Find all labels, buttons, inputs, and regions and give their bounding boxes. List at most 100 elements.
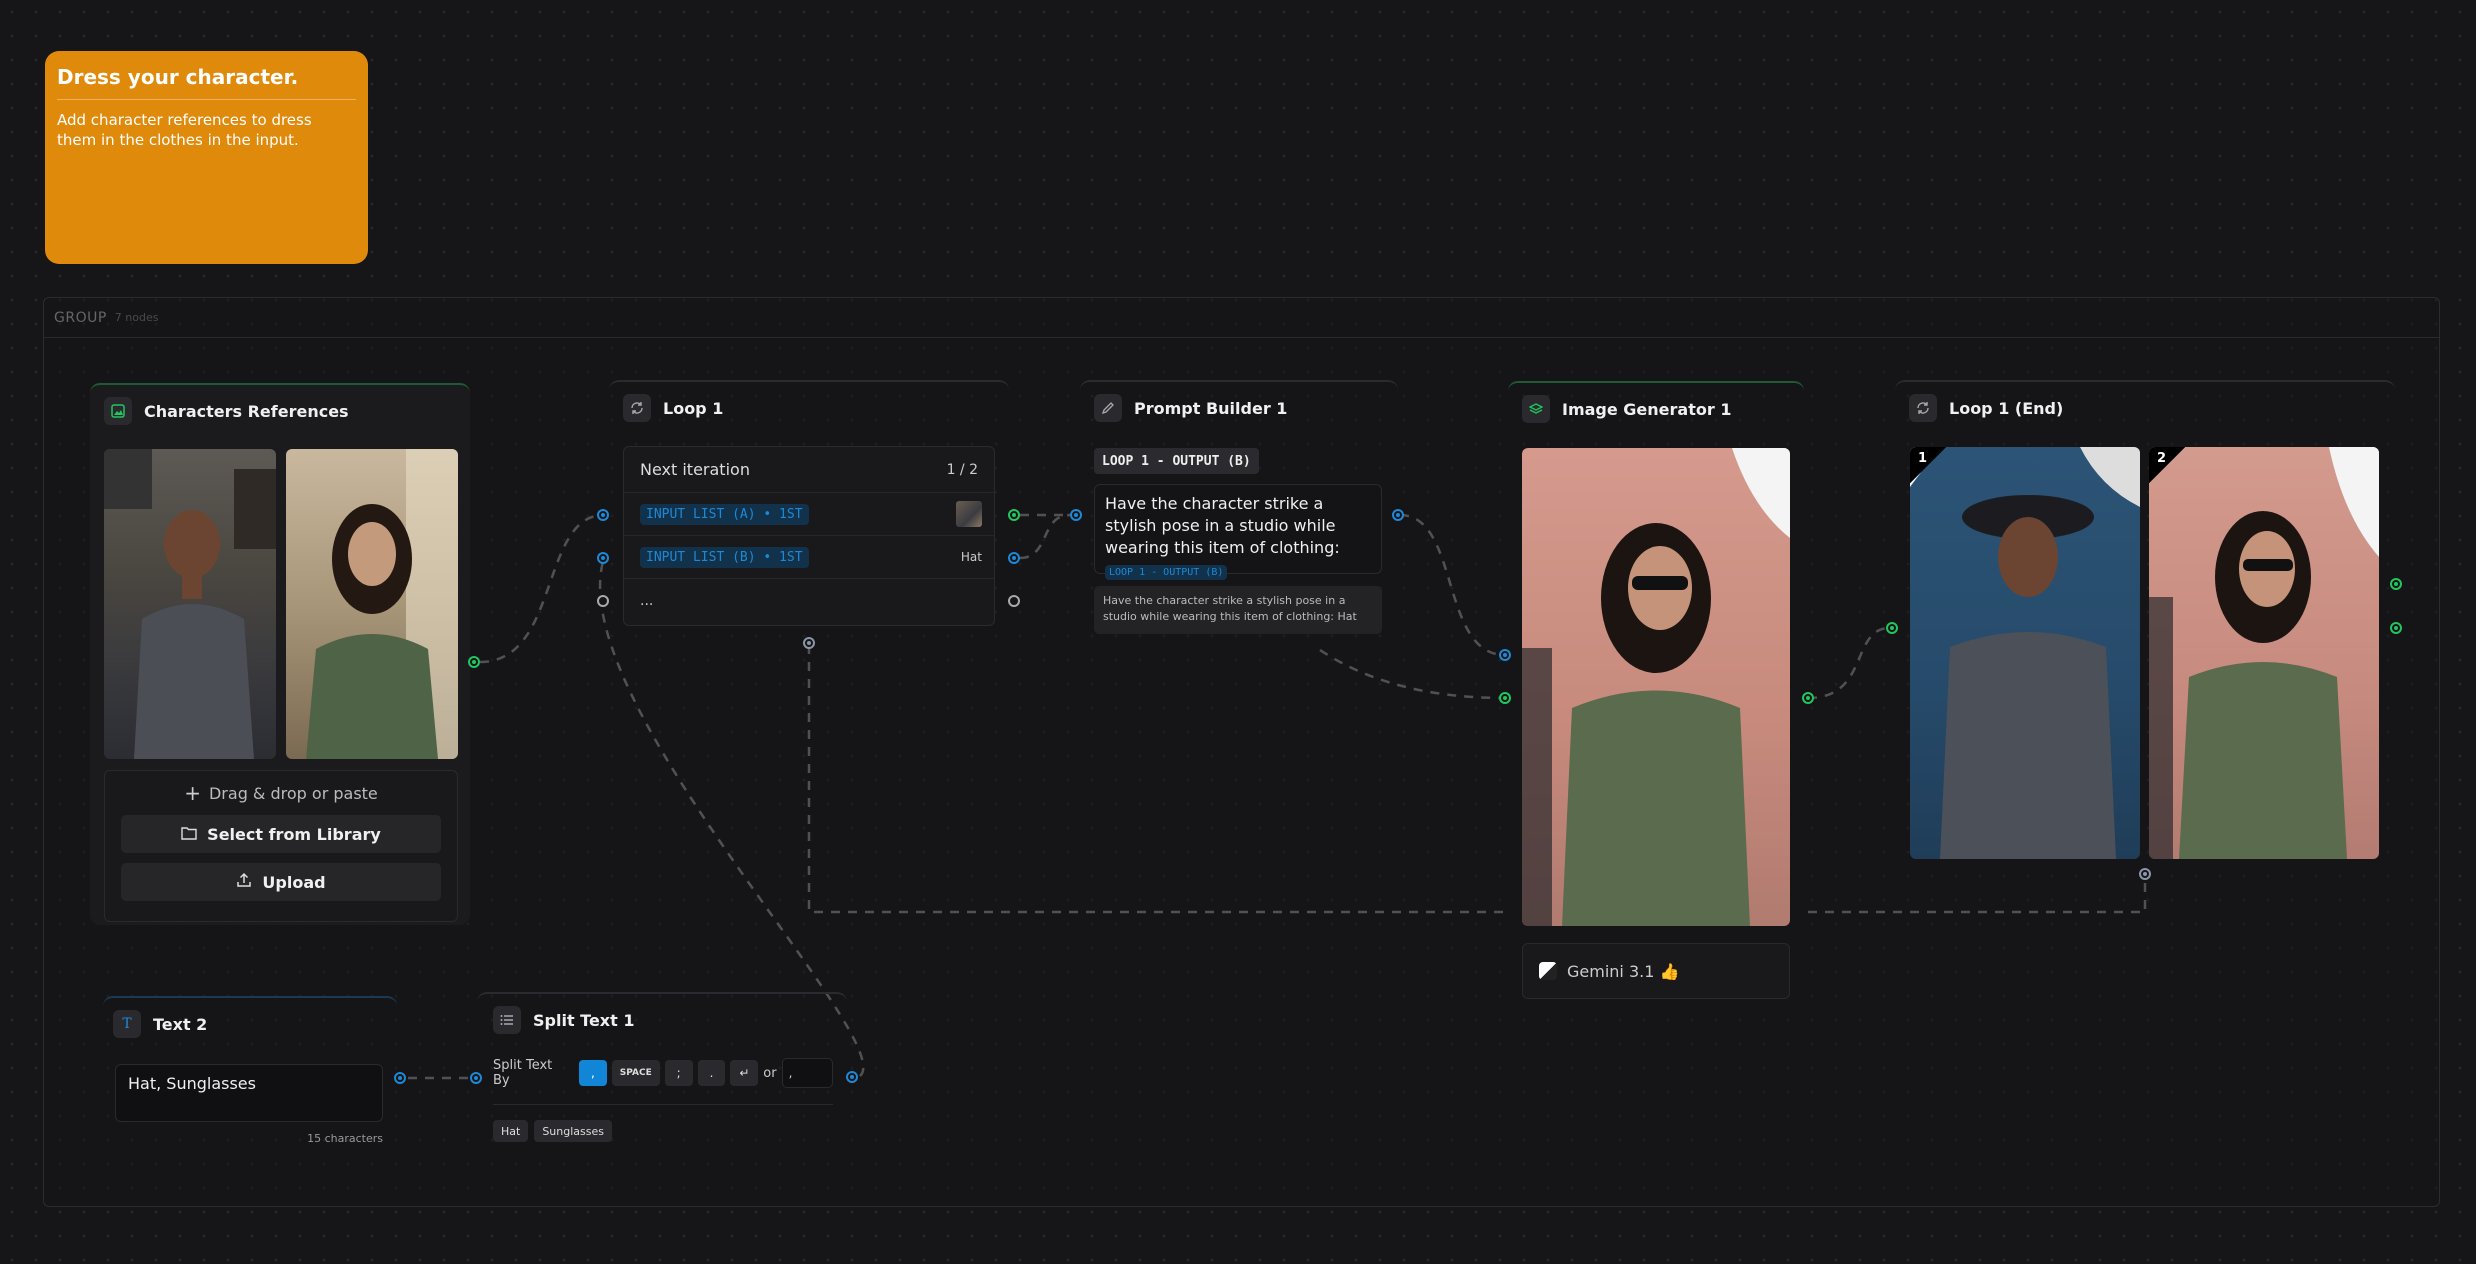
prompt-variable-tag[interactable]: LOOP 1 - OUTPUT (B) xyxy=(1094,448,1259,474)
delimiter-period[interactable]: . xyxy=(697,1060,726,1086)
preview-text: Have the character strike a stylish pose… xyxy=(1103,594,1357,623)
result-badge-2: 2 xyxy=(2149,447,2185,483)
port-prompt-output[interactable] xyxy=(1392,509,1404,521)
node-text-2[interactable]: T Text 2 Hat, Sunglasses 15 characters xyxy=(103,996,397,1150)
split-by-label: Split Text By xyxy=(493,1058,553,1088)
port-loop-feedback[interactable] xyxy=(803,637,815,649)
output-chip-hat: Hat xyxy=(493,1120,529,1142)
node-title: Loop 1 xyxy=(663,398,724,418)
pencil-icon xyxy=(1094,394,1122,422)
next-iteration-row[interactable]: Next iteration 1 / 2 xyxy=(624,447,994,493)
drag-drop-label: Drag & drop or paste xyxy=(208,783,378,803)
port-loop-end-input[interactable] xyxy=(1886,622,1898,634)
delimiter-newline[interactable]: ↵ xyxy=(730,1060,759,1086)
loop-input-row-a[interactable]: INPUT LIST (A) • 1ST xyxy=(624,493,994,536)
port-split-output[interactable] xyxy=(846,1071,858,1083)
generated-image[interactable] xyxy=(1522,448,1790,926)
reference-image-woman[interactable] xyxy=(286,449,458,759)
input-list-b-tag: INPUT LIST (B) • 1ST xyxy=(640,546,809,568)
split-outputs: Hat Sunglasses xyxy=(493,1120,612,1142)
group-label: GROUP xyxy=(54,309,107,326)
node-split-text-1[interactable]: Split Text 1 Split Text By , SPACE ; . ↵… xyxy=(477,992,847,1156)
image-icon xyxy=(104,397,132,425)
port-loop-end-output-2[interactable] xyxy=(2390,622,2402,634)
split-divider xyxy=(493,1104,833,1105)
port-generator-image-input[interactable] xyxy=(1499,692,1511,704)
prompt-preview: Have the character strike a stylish pose… xyxy=(1094,586,1382,634)
node-prompt-builder-1[interactable]: Prompt Builder 1 LOOP 1 - OUTPUT (B) Hav… xyxy=(1080,380,1398,640)
input-a-thumbnail xyxy=(956,501,982,527)
loop-panel: Next iteration 1 / 2 INPUT LIST (A) • 1S… xyxy=(623,446,995,626)
list-icon xyxy=(493,1006,521,1034)
result-badge-1: 1 xyxy=(1910,447,1946,483)
gemini-icon xyxy=(1539,962,1557,980)
or-label: or xyxy=(763,1065,777,1081)
input-list-a-tag: INPUT LIST (A) • 1ST xyxy=(640,503,809,525)
port-prompt-input[interactable] xyxy=(1070,509,1082,521)
group-header[interactable]: GROUP 7 nodes xyxy=(44,298,2439,338)
upload-area[interactable]: + Drag & drop or paste Select from Libra… xyxy=(104,770,458,922)
port-text2-output[interactable] xyxy=(394,1072,406,1084)
result-image-1[interactable]: 1 xyxy=(1910,447,2140,859)
node-image-generator-1[interactable]: Image Generator 1 Gemini 3.1 👍 xyxy=(1508,381,1804,1001)
input-b-value: Hat xyxy=(960,550,982,564)
port-loop-input-a[interactable] xyxy=(597,509,609,521)
delimiter-semicolon[interactable]: ; xyxy=(664,1060,693,1086)
node-loop-1-end[interactable]: Loop 1 (End) 1 2 xyxy=(1895,380,2395,868)
folder-icon xyxy=(181,825,197,844)
loop-input-row-b[interactable]: INPUT LIST (B) • 1ST Hat xyxy=(624,536,994,579)
node-title: Loop 1 (End) xyxy=(1949,398,2064,418)
plus-icon: + xyxy=(184,781,201,805)
note-title: Dress your character. xyxy=(57,65,356,100)
custom-delimiter-input[interactable]: , xyxy=(781,1058,834,1088)
next-iteration-label: Next iteration xyxy=(640,460,750,479)
text-input[interactable]: Hat, Sunglasses xyxy=(115,1064,383,1122)
port-refs-output[interactable] xyxy=(468,656,480,668)
port-loop-output-a[interactable] xyxy=(1008,509,1020,521)
variable-label: LOOP 1 - OUTPUT (B) xyxy=(1102,453,1251,469)
upload-button[interactable]: Upload xyxy=(121,863,441,901)
note-body: Add character references to dress them i… xyxy=(57,111,312,149)
upload-label: Upload xyxy=(262,872,326,892)
node-characters-references[interactable]: Characters References + Drag & drop or p… xyxy=(90,383,470,925)
node-title: Characters References xyxy=(144,401,349,421)
port-loop-end-output-1[interactable] xyxy=(2390,578,2402,590)
result-image-2[interactable]: 2 xyxy=(2149,447,2379,859)
text-input-value: Hat, Sunglasses xyxy=(128,1074,256,1093)
node-loop-1[interactable]: Loop 1 Next iteration 1 / 2 INPUT LIST (… xyxy=(609,380,1009,630)
reference-image-man[interactable] xyxy=(104,449,276,759)
port-split-input[interactable] xyxy=(470,1072,482,1084)
iteration-progress: 1 / 2 xyxy=(946,461,978,478)
select-library-button[interactable]: Select from Library xyxy=(121,815,441,853)
prompt-template-editor[interactable]: Have the character strike a stylish pose… xyxy=(1094,484,1382,580)
port-loop-input-b[interactable] xyxy=(597,552,609,564)
output-chip-sunglasses: Sunglasses xyxy=(534,1120,612,1142)
port-loop-output-b[interactable] xyxy=(1008,552,1020,564)
node-title: Split Text 1 xyxy=(533,1010,635,1030)
model-selector[interactable]: Gemini 3.1 👍 xyxy=(1522,943,1790,999)
node-title: Prompt Builder 1 xyxy=(1134,398,1288,418)
delimiter-space[interactable]: SPACE xyxy=(611,1060,660,1086)
more-label: ... xyxy=(640,593,654,609)
drag-drop-zone[interactable]: + Drag & drop or paste xyxy=(105,771,457,815)
text-icon: T xyxy=(113,1010,141,1038)
loop-icon xyxy=(1909,394,1937,422)
delimiter-comma[interactable]: , xyxy=(578,1060,607,1086)
port-loop-output-new[interactable] xyxy=(1008,595,1020,607)
loop-icon xyxy=(623,394,651,422)
port-generator-prompt-input[interactable] xyxy=(1499,649,1511,661)
sticky-note[interactable]: Dress your character. Add character refe… xyxy=(45,51,368,264)
upload-icon xyxy=(236,872,252,892)
port-loop-end-feedback[interactable] xyxy=(2139,868,2151,880)
node-title: Text 2 xyxy=(153,1014,208,1034)
split-delimiter-row: Split Text By , SPACE ; . ↵ or , xyxy=(493,1058,834,1088)
port-generator-output[interactable] xyxy=(1802,692,1814,704)
inline-variable-tag: LOOP 1 - OUTPUT (B) xyxy=(1105,565,1228,580)
char-count: 15 characters xyxy=(307,1132,383,1145)
port-loop-input-new[interactable] xyxy=(597,595,609,607)
prompt-template-text: Have the character strike a stylish pose… xyxy=(1105,494,1340,557)
select-library-label: Select from Library xyxy=(207,824,381,844)
layers-icon xyxy=(1522,395,1550,423)
loop-more-row[interactable]: ... xyxy=(624,579,994,623)
node-title: Image Generator 1 xyxy=(1562,399,1732,419)
